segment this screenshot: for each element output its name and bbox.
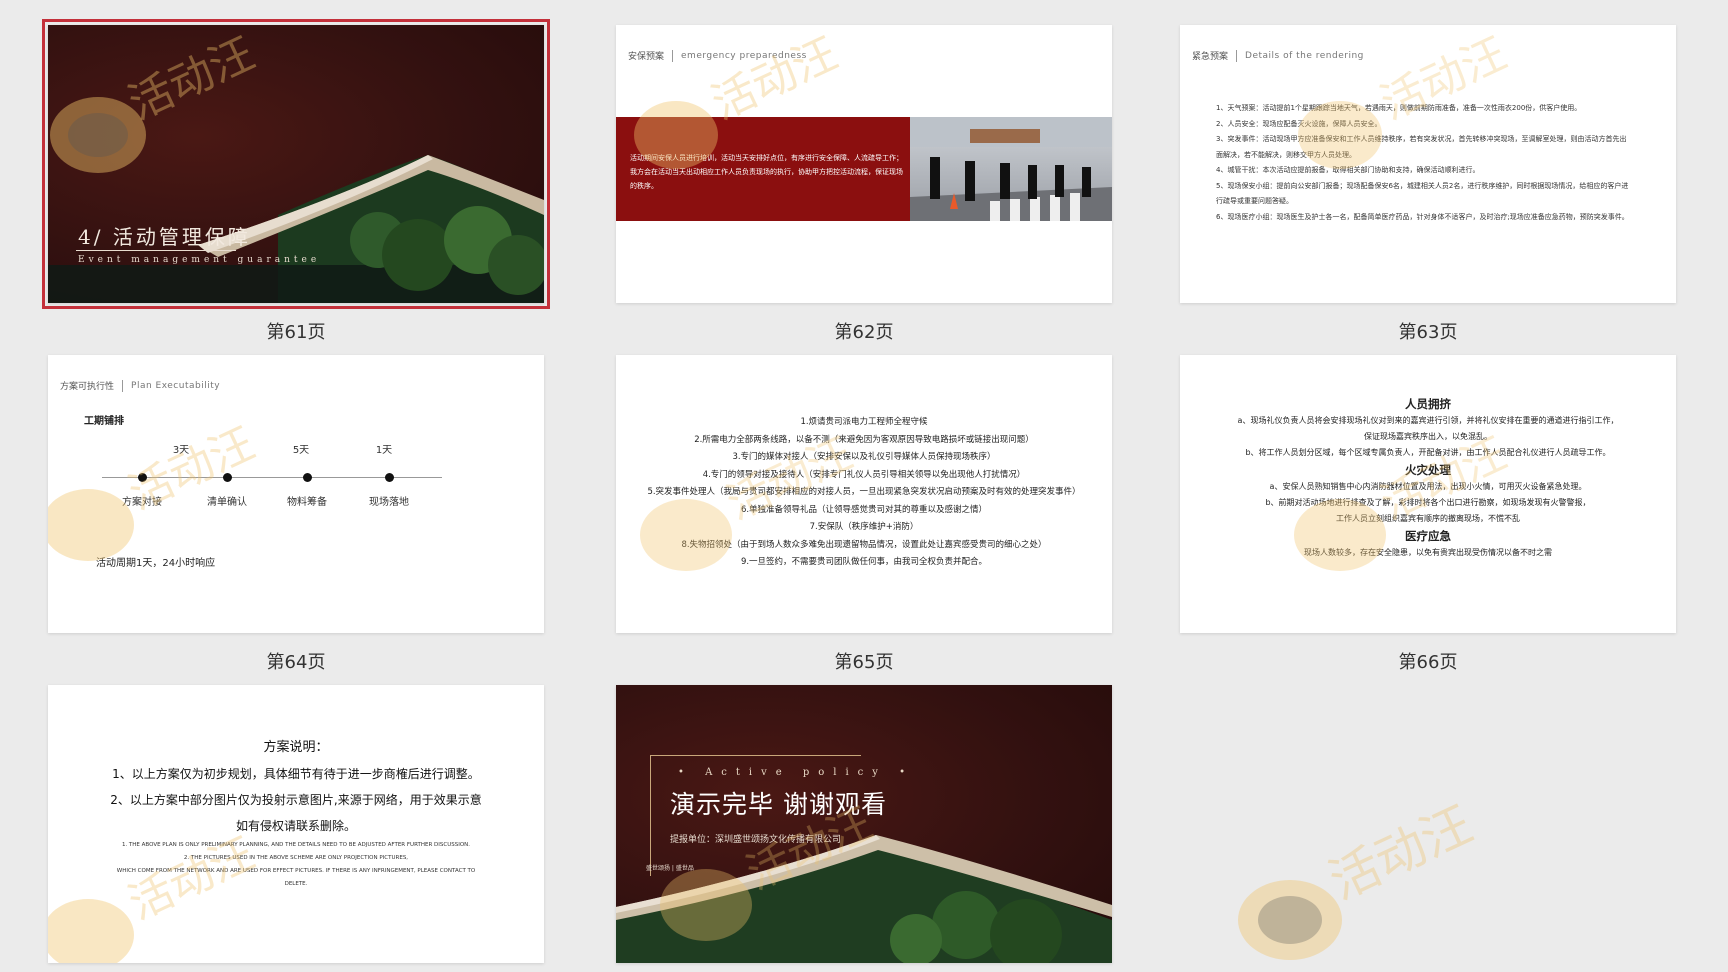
header-separator [122,379,124,392]
list-item: 2、人员安全：现场应配备灭火设施，保障人员安全。 [1216,119,1382,128]
slide-thumbnail-61[interactable]: 4/ 活动管理保障 Event management guarantee 活动汪 [42,19,550,309]
page-label: 第61页 [266,322,326,343]
list-item: 面解决，若不能解决，则移交甲方人员处理。 [1216,150,1356,159]
notes-line: 2、以上方案中部分图片仅为投射示意图片,来源于网络，用于效果示意 [110,793,482,807]
slide-title: 演示完毕 谢谢观看 [670,790,887,819]
band-text: 活动期间安保人员进行培训，活动当天安排好点位，有序进行安全保障、人流疏导工作； … [630,151,905,193]
step-label: 物料筹备 [287,497,327,508]
header-separator [672,49,674,62]
list-item: 1、天气预案：活动提前1个星期跟踪当地天气，若遇雨天，则做前期防雨准备，准备一次… [1216,104,1582,112]
header-en: Plan Executability [131,380,221,391]
timeline-dot [138,473,147,482]
section-line: b、前期对活动场地进行排查及了解，彩排时将各个出口进行勘察，如现场发现有火警警报… [1265,498,1591,507]
step-label: 清单确认 [207,497,247,508]
header-cn: 紧急预案 [1192,52,1229,62]
notes-en-line: 2. THE PICTURES USED IN THE ABOVE SCHEME… [183,855,409,861]
slide-header: 紧急预案 Details of the rendering [1192,49,1364,62]
section-line: 工作人员立刻组织嘉宾有顺序的撤离现场，不慌不乱 [1336,514,1520,523]
list-item: 1.烦请贵司派电力工程师全程守候 [800,417,928,427]
slide-thumbnail-66[interactable]: 人员拥挤 a、现场礼仪负责人员将会安排现场礼仪对到来的嘉宾进行引领，并将礼仪安排… [1180,355,1676,633]
page-label: 第63页 [1398,322,1458,343]
header-cn: 方案可执行性 [60,382,115,392]
list-item: 9.一旦签约，不需要贵司团队做任何事，由我司全权负责并配合。 [740,557,988,567]
slide-thumbnail-62[interactable]: 安保预案 emergency preparedness 活动期间安保人员进行培训… [616,25,1112,303]
page-label: 第65页 [834,652,894,673]
header-en: emergency preparedness [681,50,807,61]
band-line: 我方会在活动当天出动相应工作人员负责现场的执行，协助甲方把控活动流程，保证现场的… [630,168,903,190]
security-guards-photo [910,117,1112,221]
duration-label: 5天 [292,445,310,456]
section-heading: 医疗应急 [1405,529,1451,543]
watermark-logo: 活动汪 [1238,800,1481,960]
page-label: 第66页 [1398,652,1458,673]
title-divider [76,250,236,251]
slide-thumbnail-64[interactable]: 方案可执行性 Plan Executability 工期铺排 3天 5天 1天 … [48,355,544,633]
emergency-plan-list: 1、天气预案：活动提前1个星期跟踪当地天气，若遇雨天，则做前期防雨准备，准备一次… [1216,101,1656,225]
notes-title: 方案说明： [263,740,329,755]
page-label: 第64页 [266,652,326,673]
contingency-content: 人员拥挤 a、现场礼仪负责人员将会安排现场礼仪对到来的嘉宾进行引领，并将礼仪安排… [1180,395,1676,561]
header-separator [1236,49,1238,62]
requirements-list: 1.烦请贵司派电力工程师全程守候 2.所需电力全部两条线路，以备不测（来避免因为… [616,414,1112,572]
slide-thumbnail-68[interactable]: • Active policy • 演示完毕 谢谢观看 提报单位：深圳盛世颂扬文… [616,685,1112,963]
section-line: 现场人数较多，存在安全隐患，以免有贵宾出现受伤情况以备不时之需 [1304,548,1552,557]
list-item: 3、突发事件：活动现场甲方应准备保安和工作人员维持秩序，若有突发状况，首先转移冲… [1216,135,1627,143]
slide-thumbnail-63[interactable]: 紧急预案 Details of the rendering 1、天气预案：活动提… [1180,25,1676,303]
watermark-text: 活动汪 [1321,800,1481,911]
header-cn: 安保预案 [628,52,665,62]
list-item: 4.专门的领导对接及接待人（安排专门礼仪人员引导相关领导以免出现他人打扰情况） [702,469,1026,480]
slide-title: 4/ 活动管理保障 [78,225,251,249]
duration-label: 3天 [172,445,190,456]
slide-header: 方案可执行性 Plan Executability [60,379,220,392]
header-en: Details of the rendering [1245,50,1364,61]
slide-en-tagline: • Active policy • [678,767,915,778]
schedule-footer: 活动周期1天，24小时响应 [96,558,216,569]
timeline-dot [223,473,232,482]
section-heading: 人员拥挤 [1405,397,1451,411]
list-item: 3.专门的媒体对接人（安排安保以及礼仪引导媒体人员保持现场秩序） [732,452,996,462]
schedule-subtitle: 工期铺排 [84,416,124,427]
list-item: 4、城管干扰：本次活动应提前报备，取得相关部门协助和支持，确保活动顺利进行。 [1216,166,1480,174]
section-line: a、现场礼仪负责人员将会安排现场礼仪对到来的嘉宾进行引领，并将礼仪安排在重要的通… [1237,416,1619,425]
list-item: 2.所需电力全部两条线路，以备不测（来避免因为客观原因导致电路损坏或链接出现问题… [694,434,1034,445]
band-line: 活动期间安保人员进行培训，活动当天安排好点位，有序进行安全保障、人流疏导工作； [630,154,903,162]
list-item: 6.单独准备领导礼品（让领导感觉贵司对其的尊重以及感谢之情） [740,504,988,515]
list-item: 6、现场医疗小组：现场医生及护士各一名，配备简单医疗药品，针对身体不适客户，及时… [1216,212,1629,221]
notes-line: 1、以上方案仅为初步规划，具体细节有待于进一步商榷后进行调整。 [112,767,480,781]
list-item: 8.失物招领处（由于到场人数众多难免出现遗留物品情况，设置此处让嘉宾感受贵司的细… [681,539,1047,550]
organizer-line: 提报单位：深圳盛世颂扬文化传播有限公司 [670,835,842,845]
slide-thumbnail-65[interactable]: 1.烦请贵司派电力工程师全程守候 2.所需电力全部两条线路，以备不测（来避免因为… [616,355,1112,633]
list-item: 5.突发事件处理人（我局与贵司都安排相应的对接人员，一旦出现紧急突发状况启动预案… [647,487,1081,497]
duration-label: 1天 [375,445,393,456]
page-label: 第62页 [834,322,894,343]
section-line: 保证现场嘉宾秩序出入，以免混乱。 [1364,432,1492,441]
timeline-dot [303,473,312,482]
list-item: 5、现场保安小组：提前向公安部门报备；现场配备保安6名，城建相关人员2名，进行秩… [1216,181,1629,190]
step-label: 现场落地 [369,497,409,508]
notes-line: 如有侵权请联系删除。 [235,819,356,833]
plan-notes: 方案说明： 1、以上方案仅为初步规划，具体细节有待于进一步商榷后进行调整。 2、… [48,735,544,891]
list-item: 7.安保队（秩序维护+消防） [809,522,919,532]
slide-thumbnail-67[interactable]: 方案说明： 1、以上方案仅为初步规划，具体细节有待于进一步商榷后进行调整。 2、… [48,685,544,963]
slide-thumbnail-grid: 4/ 活动管理保障 Event management guarantee 活动汪… [0,0,1728,972]
company-logo: 盛世颂扬 | 盛世品 [646,865,694,872]
timeline-dot [385,473,394,482]
notes-en-line: DELETE. [284,881,308,887]
slide-subtitle: Event management guarantee [78,255,321,265]
section-line: a、安保人员熟知销售中心内消防器材位置及用法，出现小火情，可用灭火设备紧急处理。 [1269,482,1587,491]
notes-en-line: 1. THE ABOVE PLAN IS ONLY PRELIMINARY PL… [121,842,471,848]
step-label: 方案对接 [122,497,162,508]
notes-en-line: WHICH COME FROM THE NETWORK AND ARE USED… [116,868,476,874]
slide-header: 安保预案 emergency preparedness [628,49,807,62]
section-heading: 火灾处理 [1405,463,1451,477]
section-line: b、将工作人员划分区域，每个区域专属负责人，开配备对讲，由工作人员配合礼仪进行人… [1245,448,1611,457]
list-item: 行疏导或重要问题答疑。 [1216,197,1293,205]
